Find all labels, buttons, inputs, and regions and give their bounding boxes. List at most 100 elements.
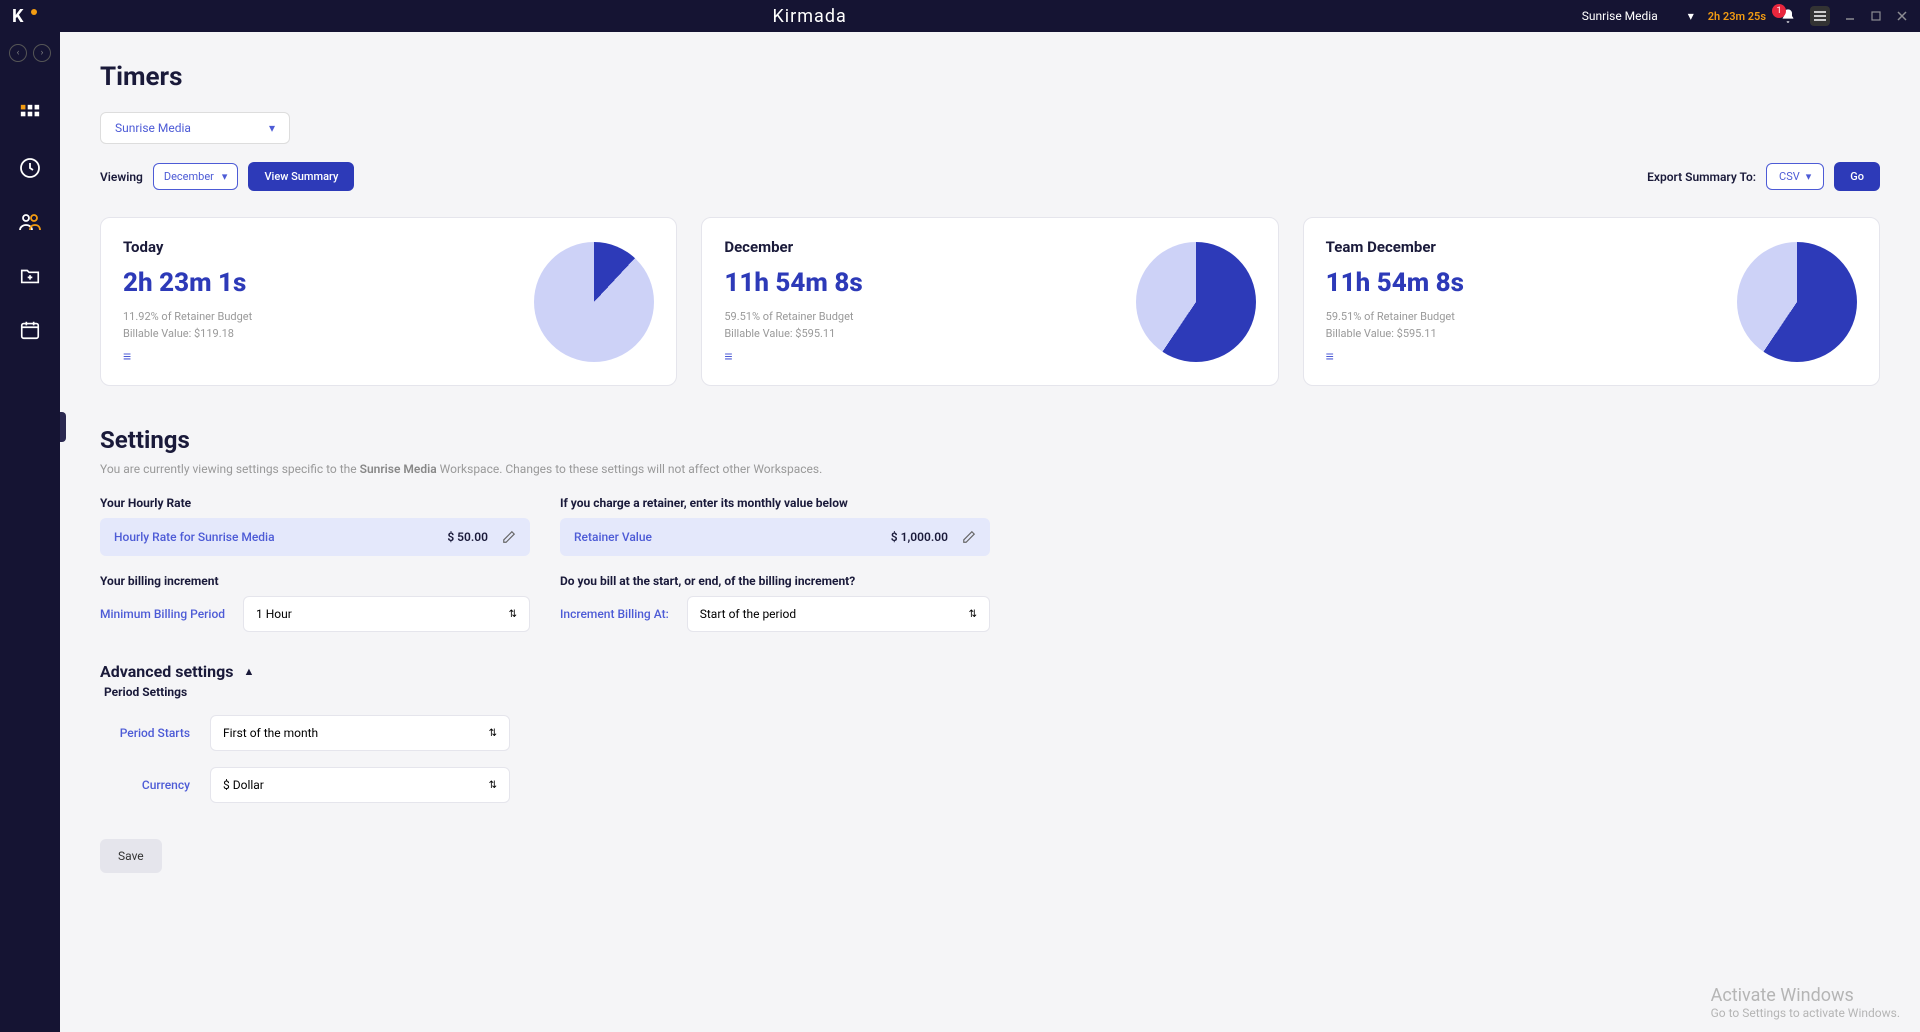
notification-badge: 1 bbox=[1772, 4, 1786, 18]
topbar: K Kirmada Sunrise Media ▾ 2h 23m 25s 1 bbox=[0, 0, 1920, 32]
workspace-selector[interactable]: Sunrise Media ▾ bbox=[1582, 9, 1694, 23]
min-billing-value: 1 Hour bbox=[256, 607, 292, 621]
currency-value: $ Dollar bbox=[223, 778, 264, 792]
month-value: December bbox=[164, 170, 214, 183]
bill-timing-label: Do you bill at the start, or end, of the… bbox=[560, 574, 990, 588]
hourly-rate-field: Hourly Rate for Sunrise Media $ 50.00 bbox=[100, 518, 530, 556]
card-title: Team December bbox=[1326, 238, 1464, 256]
sidebar-item-dashboard[interactable] bbox=[18, 102, 42, 126]
sidebar-item-team[interactable] bbox=[18, 210, 42, 234]
nav-back-button[interactable]: ‹ bbox=[9, 44, 27, 62]
maximize-button[interactable] bbox=[1870, 10, 1882, 22]
min-billing-label: Minimum Billing Period bbox=[100, 607, 225, 621]
sort-icon: ⇅ bbox=[969, 609, 977, 620]
card-billable: Billable Value: $595.11 bbox=[724, 327, 862, 340]
watermark-title: Activate Windows bbox=[1711, 985, 1900, 1006]
page-title: Timers bbox=[100, 62, 1880, 92]
list-icon: ≡ bbox=[1326, 349, 1334, 365]
chevron-down-icon: ▾ bbox=[222, 170, 228, 183]
sidebar: ‹ › bbox=[0, 32, 60, 1032]
card-time: 2h 23m 1s bbox=[123, 268, 252, 298]
folder-plus-icon bbox=[19, 265, 41, 287]
list-icon: ≡ bbox=[123, 349, 131, 365]
increment-billing-at-select[interactable]: Start of the period ⇅ bbox=[687, 596, 990, 632]
brand-letter: K bbox=[12, 6, 23, 27]
card-details-button[interactable]: ≡ bbox=[724, 348, 862, 365]
card-title: December bbox=[724, 238, 862, 256]
stat-card-today: Today 2h 23m 1s 11.92% of Retainer Budge… bbox=[100, 217, 677, 386]
card-title: Today bbox=[123, 238, 252, 256]
card-details-button[interactable]: ≡ bbox=[1326, 348, 1464, 365]
retainer-field: Retainer Value $ 1,000.00 bbox=[560, 518, 990, 556]
view-summary-button[interactable]: View Summary bbox=[248, 162, 354, 191]
pie-chart-today bbox=[534, 242, 654, 362]
clock-icon bbox=[18, 156, 42, 180]
chevron-down-icon: ▾ bbox=[1688, 9, 1694, 23]
sort-icon: ⇅ bbox=[489, 728, 497, 739]
brand: K bbox=[12, 6, 37, 27]
brand-name: Kirmada bbox=[37, 6, 1581, 27]
card-time: 11h 54m 8s bbox=[724, 268, 862, 298]
export-label: Export Summary To: bbox=[1647, 170, 1756, 184]
edit-hourly-rate-button[interactable] bbox=[502, 530, 516, 544]
workspace-dropdown[interactable]: Sunrise Media ▾ bbox=[100, 112, 290, 144]
increment-billing-at-label: Increment Billing At: bbox=[560, 607, 669, 621]
nav-forward-button[interactable]: › bbox=[33, 44, 51, 62]
chevron-down-icon: ▾ bbox=[1806, 170, 1812, 183]
card-time: 11h 54m 8s bbox=[1326, 268, 1464, 298]
increment-billing-at-value: Start of the period bbox=[700, 607, 796, 621]
chevron-up-icon: ▲ bbox=[243, 665, 254, 678]
settings-description: You are currently viewing settings speci… bbox=[100, 462, 1880, 476]
maximize-icon bbox=[1870, 10, 1882, 22]
pencil-icon bbox=[502, 530, 516, 544]
hourly-rate-name: Hourly Rate for Sunrise Media bbox=[114, 530, 275, 544]
hourly-rate-label: Your Hourly Rate bbox=[100, 496, 530, 510]
chevron-down-icon: ▾ bbox=[269, 121, 275, 135]
menu-button[interactable] bbox=[1810, 6, 1830, 26]
sort-icon: ⇅ bbox=[509, 609, 517, 620]
advanced-settings-toggle[interactable]: Advanced settings ▲ bbox=[100, 662, 1880, 681]
close-button[interactable] bbox=[1896, 10, 1908, 22]
chevron-left-icon: ‹ bbox=[17, 48, 20, 58]
period-starts-select[interactable]: First of the month ⇅ bbox=[210, 715, 510, 751]
sort-icon: ⇅ bbox=[489, 780, 497, 791]
minimize-icon bbox=[1844, 10, 1856, 22]
currency-label: Currency bbox=[100, 778, 190, 792]
period-starts-value: First of the month bbox=[223, 726, 318, 740]
running-timer: 2h 23m 25s bbox=[1708, 10, 1766, 23]
min-billing-select[interactable]: 1 Hour ⇅ bbox=[243, 596, 530, 632]
retainer-name: Retainer Value bbox=[574, 530, 652, 544]
period-settings-label: Period Settings bbox=[104, 685, 1880, 699]
pencil-icon bbox=[962, 530, 976, 544]
hourly-rate-value: $ 50.00 bbox=[447, 530, 488, 544]
viewing-label: Viewing bbox=[100, 170, 143, 184]
period-starts-label: Period Starts bbox=[100, 726, 190, 740]
currency-select[interactable]: $ Dollar ⇅ bbox=[210, 767, 510, 803]
card-details-button[interactable]: ≡ bbox=[123, 348, 252, 365]
sidebar-item-timers[interactable] bbox=[18, 156, 42, 180]
retainer-label: If you charge a retainer, enter its mont… bbox=[560, 496, 990, 510]
people-icon bbox=[18, 210, 42, 234]
edit-retainer-button[interactable] bbox=[962, 530, 976, 544]
save-button[interactable]: Save bbox=[100, 839, 162, 873]
month-select[interactable]: December ▾ bbox=[153, 163, 239, 190]
stat-card-team: Team December 11h 54m 8s 59.51% of Retai… bbox=[1303, 217, 1880, 386]
card-percentage: 59.51% of Retainer Budget bbox=[724, 310, 862, 323]
card-percentage: 59.51% of Retainer Budget bbox=[1326, 310, 1464, 323]
card-percentage: 11.92% of Retainer Budget bbox=[123, 310, 252, 323]
minimize-button[interactable] bbox=[1844, 10, 1856, 22]
chevron-right-icon: › bbox=[41, 48, 44, 58]
grid-icon bbox=[19, 103, 41, 125]
card-billable: Billable Value: $595.11 bbox=[1326, 327, 1464, 340]
export-format-select[interactable]: CSV ▾ bbox=[1766, 163, 1824, 190]
retainer-value: $ 1,000.00 bbox=[891, 530, 948, 544]
settings-title: Settings bbox=[100, 426, 1880, 454]
go-button[interactable]: Go bbox=[1834, 162, 1880, 191]
pie-chart-month bbox=[1136, 242, 1256, 362]
sidebar-item-calendar[interactable] bbox=[18, 318, 42, 342]
windows-watermark: Activate Windows Go to Settings to activ… bbox=[1711, 985, 1900, 1020]
sidebar-item-add-folder[interactable] bbox=[18, 264, 42, 288]
notifications-button[interactable]: 1 bbox=[1780, 8, 1796, 24]
close-icon bbox=[1896, 10, 1908, 22]
export-format-value: CSV bbox=[1779, 170, 1800, 183]
